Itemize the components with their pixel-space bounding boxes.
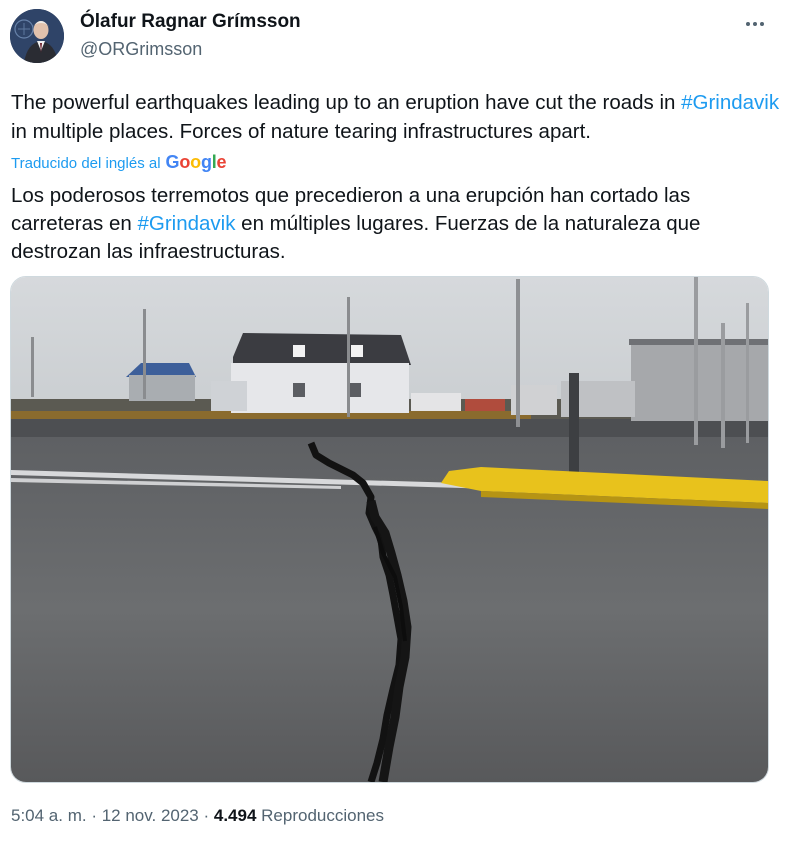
google-logo: Google: [166, 152, 227, 173]
avatar[interactable]: [10, 9, 64, 63]
tweet-meta: 5:04 a. m. · 12 nov. 2023 · 4.494 Reprod…: [11, 806, 384, 826]
more-options-icon-dot: [753, 22, 757, 26]
more-options-icon: [746, 22, 750, 26]
tweet-text-part2: in multiple places. Forces of nature tea…: [11, 120, 591, 143]
more-options-icon-dot: [760, 22, 764, 26]
hashtag-link[interactable]: #Grindavik: [681, 91, 779, 114]
separator: ·: [86, 806, 102, 825]
author-handle[interactable]: @ORGrimsson: [80, 39, 202, 60]
tweet-text: The powerful earthquakes leading up to a…: [11, 88, 781, 146]
google-logo-letter: G: [165, 152, 180, 172]
tweet-time[interactable]: 5:04 a. m.: [11, 806, 87, 825]
google-logo-letter: g: [200, 152, 212, 172]
tweet-photo[interactable]: [10, 276, 769, 783]
google-logo-letter: o: [179, 152, 191, 172]
tweet-date[interactable]: 12 nov. 2023: [102, 806, 199, 825]
tweet-text-part1: The powerful earthquakes leading up to a…: [11, 91, 682, 114]
google-logo-letter: e: [216, 152, 227, 172]
translation-attribution[interactable]: Traducido del inglés al Google: [11, 152, 227, 173]
road-crack-photo: [11, 277, 768, 782]
google-logo-letter: o: [190, 152, 201, 172]
author-name[interactable]: Ólafur Ragnar Grímsson: [80, 11, 301, 33]
more-options-button[interactable]: [742, 14, 768, 34]
separator: ·: [198, 806, 214, 825]
views-label: Reproducciones: [256, 806, 384, 825]
hashtag-link-translated[interactable]: #Grindavik: [137, 212, 235, 235]
translated-text: Los poderosos terremotos que precedieron…: [11, 182, 781, 266]
translation-label: Traducido del inglés al: [11, 155, 161, 172]
views-count: 4.494: [213, 806, 257, 825]
avatar-image: [10, 9, 64, 63]
